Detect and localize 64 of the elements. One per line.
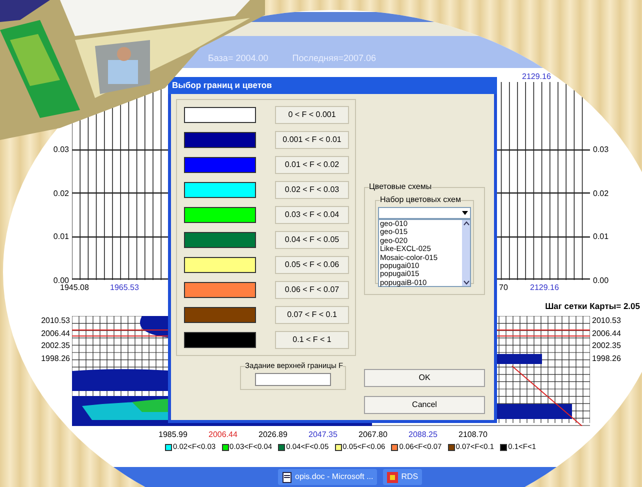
last-label: Последняя=2007.06 — [292, 52, 376, 65]
range-button[interactable]: 0.1 < F < 1 — [275, 331, 349, 349]
color-swatch[interactable] — [184, 332, 256, 348]
axis-label: 2067.80 — [358, 429, 388, 441]
axis-label: 2129.16 — [522, 72, 551, 82]
axis-label: 0.03 — [593, 144, 609, 156]
axis-label: 1985.99 — [158, 429, 188, 441]
axis-label: 2010.53 — [41, 316, 70, 326]
range-button[interactable]: 0.06 < F < 0.07 — [275, 281, 349, 299]
range-button[interactable]: 0.04 < F < 0.05 — [275, 231, 349, 249]
color-swatch[interactable] — [184, 157, 256, 173]
range-button[interactable]: 0.001 < F < 0.01 — [275, 131, 349, 149]
upper-bound-field[interactable] — [255, 373, 331, 386]
axis-label: 2010.53 — [592, 316, 621, 326]
color-swatch[interactable] — [184, 207, 256, 223]
color-swatch[interactable] — [184, 257, 256, 273]
color-swatch[interactable] — [184, 182, 256, 198]
range-button[interactable]: 0.03 < F < 0.04 — [275, 206, 349, 224]
dialog-button[interactable]: OK — [364, 369, 485, 387]
scroll-down-icon[interactable] — [462, 279, 470, 286]
dialog-title: Выбор границ и цветов — [172, 79, 272, 92]
axis-label: 1945.08 — [60, 283, 89, 294]
axis-label: 2026.89 — [258, 429, 288, 441]
color-swatch[interactable] — [184, 107, 256, 123]
base-label: База= 2004.00 — [208, 52, 268, 64]
scroll-up-icon[interactable] — [462, 220, 470, 227]
color-swatch[interactable] — [184, 232, 256, 248]
axis-label: 0.00 — [593, 274, 609, 286]
axis-label: 2006.44 — [41, 328, 70, 338]
document-icon — [282, 472, 292, 482]
axis-label: 0.01 — [593, 231, 609, 243]
grid-step-label: Шаг сетки Карты= 2.05 — [545, 300, 640, 312]
axis-label: 2108.70 — [458, 429, 488, 441]
axis-label: 2047.35 — [308, 429, 338, 441]
axis-label: 2006.44 — [208, 429, 238, 441]
axis-label: 1998.26 — [41, 354, 70, 364]
range-button[interactable]: 0.07 < F < 0.1 — [275, 306, 349, 324]
range-button[interactable]: 0.05 < F < 0.06 — [275, 256, 349, 274]
axis-label: 0.02 — [53, 188, 69, 200]
axis-label: 2129.16 — [530, 282, 559, 294]
axis-label: 0.00 — [53, 274, 69, 284]
taskbar-button[interactable]: opis.doc - Microsoft ... — [278, 469, 378, 485]
axis-label: 1998.26 — [592, 354, 621, 364]
axis-label: 0.02 — [593, 188, 609, 200]
scheme-set-label: Набор цветовых схем — [380, 195, 461, 205]
axis-label: 2088.25 — [408, 429, 438, 441]
axis-label: 70 — [499, 282, 508, 294]
dialog-button[interactable]: Cancel — [364, 396, 485, 414]
trend-line — [512, 366, 582, 426]
range-button[interactable]: 0.02 < F < 0.03 — [275, 181, 349, 199]
app-icon — [387, 472, 398, 482]
range-button[interactable]: 0 < F < 0.001 — [275, 106, 349, 124]
axis-label: 0.01 — [53, 231, 69, 243]
range-button[interactable]: 0.01 < F < 0.02 — [275, 156, 349, 174]
color-swatch[interactable] — [184, 132, 256, 148]
axis-label: 2002.35 — [592, 341, 621, 351]
axis-label: 1965.53 — [110, 282, 139, 294]
color-swatch[interactable] — [184, 307, 256, 323]
axis-label: 0.03 — [53, 144, 69, 156]
axis-label: 2002.35 — [41, 341, 70, 351]
schemes-label: Цветовые схемы — [369, 182, 432, 192]
axis-label: 2006.44 — [592, 328, 621, 338]
taskbar-button[interactable]: RDS — [383, 469, 422, 485]
color-swatch[interactable] — [184, 282, 256, 298]
